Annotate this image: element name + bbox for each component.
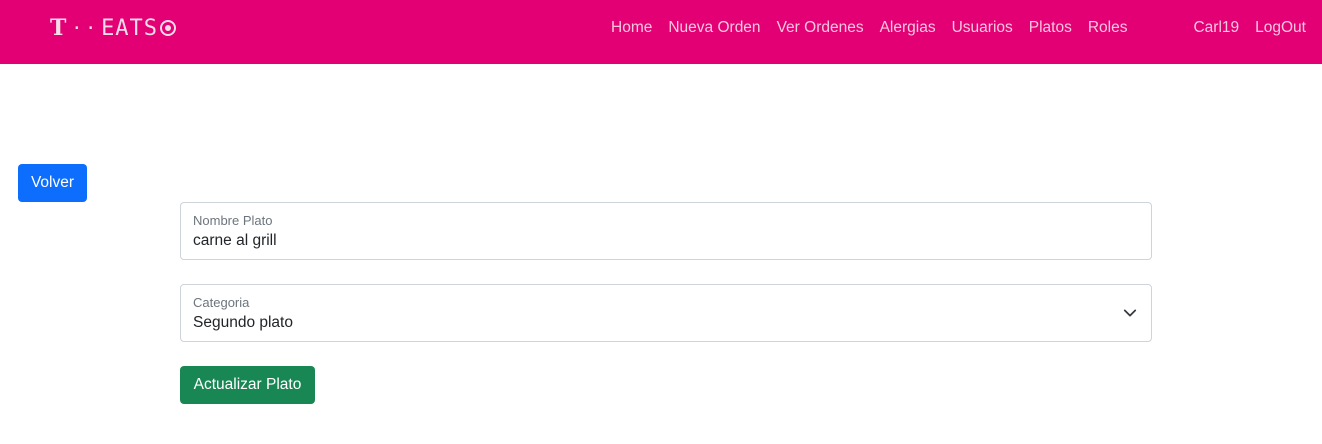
update-dish-button[interactable]: Actualizar Plato: [180, 366, 315, 404]
nav-links: Home Nueva Orden Ver Ordenes Alergias Us…: [611, 0, 1144, 56]
nav-link-roles[interactable]: Roles: [1088, 19, 1128, 37]
dish-name-value[interactable]: carne al grill: [193, 232, 277, 250]
dish-name-field[interactable]: Nombre Plato carne al grill: [180, 202, 1152, 260]
back-button[interactable]: Volver: [18, 164, 87, 202]
nav-link-usuarios[interactable]: Usuarios: [952, 19, 1013, 37]
brand-dots: ··: [71, 17, 100, 39]
brand-logo[interactable]: T ·· EATS: [50, 14, 177, 42]
nav-logout-link[interactable]: LogOut: [1255, 19, 1306, 37]
nav-user-link[interactable]: Carl19: [1193, 19, 1239, 37]
nav-link-home[interactable]: Home: [611, 19, 652, 37]
category-label: Categoria: [193, 295, 250, 310]
brand-letter: T: [50, 15, 67, 41]
category-selected-value[interactable]: Segundo plato: [193, 314, 293, 332]
circle-badge-icon: [160, 20, 177, 36]
nav-link-platos[interactable]: Platos: [1029, 19, 1072, 37]
dish-name-label: Nombre Plato: [193, 213, 273, 228]
chevron-down-icon[interactable]: [1123, 306, 1137, 320]
category-select[interactable]: Categoria Segundo plato: [180, 284, 1152, 342]
nav-link-nueva-orden[interactable]: Nueva Orden: [668, 19, 760, 37]
nav-link-ver-ordenes[interactable]: Ver Ordenes: [777, 19, 864, 37]
nav-user-area: Carl19 LogOut: [1177, 0, 1306, 56]
nav-link-alergias[interactable]: Alergias: [880, 19, 936, 37]
top-navbar: T ·· EATS Home Nueva Orden Ver Ordenes A…: [0, 0, 1322, 64]
brand-text: EATS: [101, 15, 159, 41]
